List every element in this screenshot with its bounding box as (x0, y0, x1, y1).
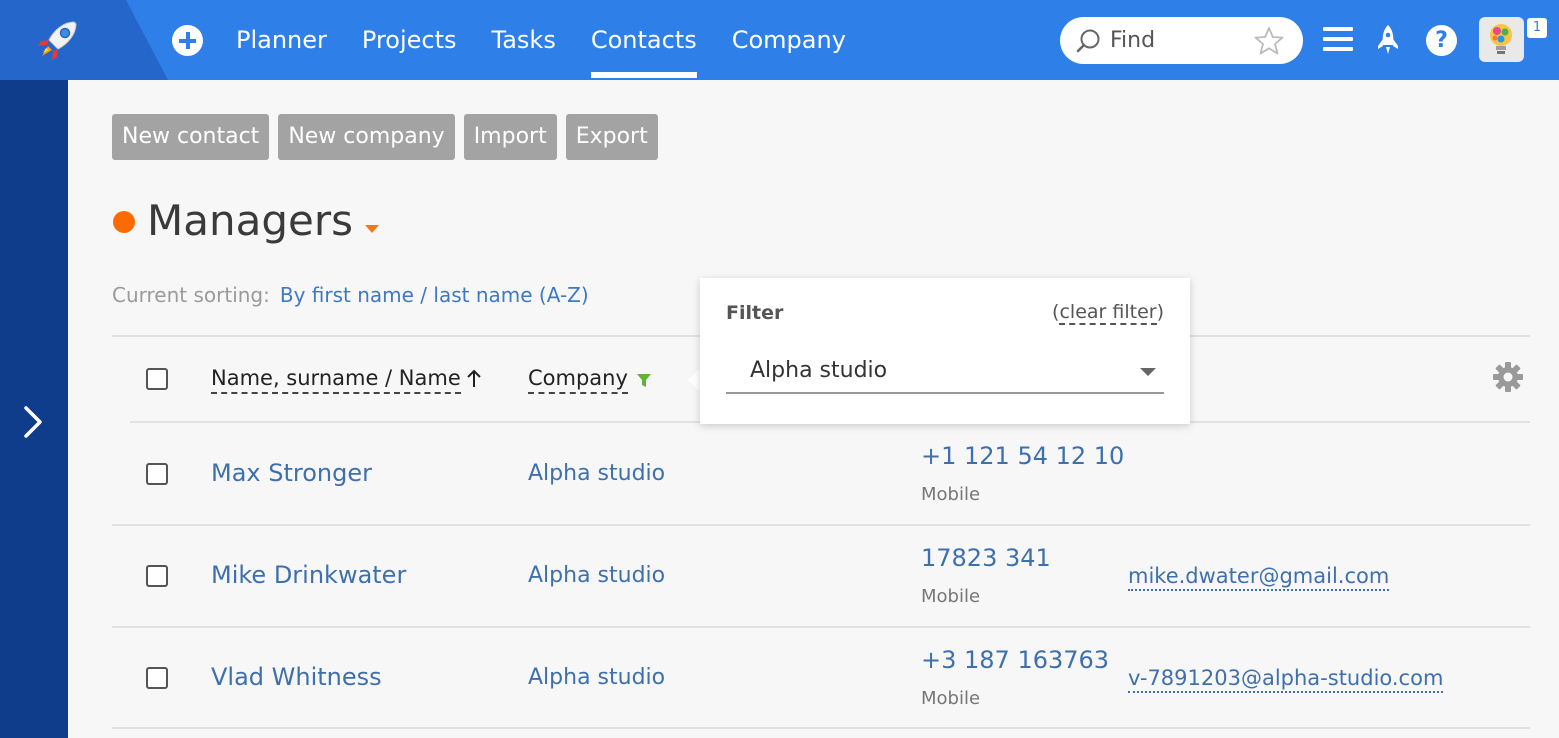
contact-phone[interactable]: +1 121 54 12 10 (921, 442, 1124, 470)
group-color-dot (113, 211, 135, 233)
rocket-logo-icon (38, 21, 77, 60)
filter-icon[interactable] (636, 372, 652, 388)
clear-filter-close-paren: ) (1156, 301, 1164, 323)
new-contact-button[interactable]: New contact (112, 114, 270, 160)
import-button[interactable]: Import (463, 114, 557, 160)
nav-company[interactable]: Company (732, 0, 846, 80)
menu-icon[interactable] (1323, 27, 1353, 51)
phone-type: Mobile (921, 586, 981, 607)
main-nav: Planner Projects Tasks Contacts Company (236, 0, 881, 80)
contact-company-link[interactable]: Alpha studio (528, 563, 665, 588)
phone-type: Mobile (921, 484, 981, 505)
export-button[interactable]: Export (565, 114, 658, 160)
header-company[interactable]: Company (528, 364, 628, 394)
clear-filter-link[interactable]: clear filter (1059, 301, 1157, 325)
notification-badge[interactable]: 1 (1527, 18, 1547, 38)
row-checkbox[interactable] (146, 565, 168, 587)
star-icon[interactable] (1254, 26, 1284, 56)
current-sorting: Current sorting: By first name / last nam… (112, 283, 589, 307)
chevron-down-icon[interactable] (1140, 368, 1156, 376)
row-divider (112, 524, 1530, 526)
new-company-button[interactable]: New company (278, 114, 455, 160)
contact-company-link[interactable]: Alpha studio (528, 461, 665, 486)
row-checkbox[interactable] (146, 667, 168, 689)
contact-name-link[interactable]: Mike Drinkwater (211, 561, 406, 589)
contact-company-link[interactable]: Alpha studio (528, 665, 665, 690)
sidebar (0, 80, 68, 738)
search-box (1060, 17, 1303, 64)
contact-phone[interactable]: 17823 341 (921, 544, 1051, 572)
lightbulb-avatar-icon (1490, 24, 1512, 54)
nav-tasks[interactable]: Tasks (492, 0, 556, 80)
gear-icon[interactable] (1492, 361, 1524, 393)
search-input[interactable] (1110, 25, 1260, 55)
filter-popup: Filter (clear filter) Alpha studio (700, 278, 1190, 424)
company-filter-value: Alpha studio (750, 358, 888, 383)
logo[interactable] (0, 0, 168, 80)
header-name[interactable]: Name, surname / Name (211, 364, 461, 394)
nav-projects[interactable]: Projects (362, 0, 457, 80)
contact-phone[interactable]: +3 187 163763 (921, 646, 1109, 674)
add-icon[interactable] (172, 25, 203, 56)
contact-email-link[interactable]: v-7891203@alpha-studio.com (1128, 665, 1444, 693)
action-toolbar: New contact New company Import Export (112, 114, 667, 160)
avatar[interactable] (1479, 17, 1524, 62)
row-checkbox[interactable] (146, 463, 168, 485)
top-bar: Planner Projects Tasks Contacts Company … (0, 0, 1559, 80)
sorting-value-link[interactable]: By first name / last name (A-Z) (280, 283, 589, 307)
row-divider (112, 626, 1530, 628)
contact-name-link[interactable]: Vlad Whitness (211, 663, 382, 691)
nav-planner[interactable]: Planner (236, 0, 327, 80)
page-title[interactable]: Managers (147, 196, 353, 245)
select-all-checkbox[interactable] (146, 368, 168, 390)
sort-up-icon[interactable] (466, 368, 482, 388)
nav-contacts[interactable]: Contacts (590, 0, 697, 80)
rocket-icon[interactable] (1376, 24, 1400, 56)
contact-name-link[interactable]: Max Stronger (211, 459, 372, 487)
contact-email-link[interactable]: mike.dwater@gmail.com (1128, 563, 1390, 591)
caret-down-icon[interactable] (365, 225, 379, 233)
chevron-right-icon[interactable] (18, 402, 46, 442)
filter-title: Filter (726, 302, 784, 324)
sorting-label: Current sorting: (112, 283, 270, 307)
search-icon (1076, 29, 1100, 53)
help-icon[interactable]: ? (1426, 25, 1457, 56)
company-filter-select[interactable]: Alpha studio (726, 354, 1164, 394)
clear-filter[interactable]: (clear filter) (1052, 301, 1164, 325)
row-divider (112, 727, 1530, 729)
phone-type: Mobile (921, 688, 981, 709)
